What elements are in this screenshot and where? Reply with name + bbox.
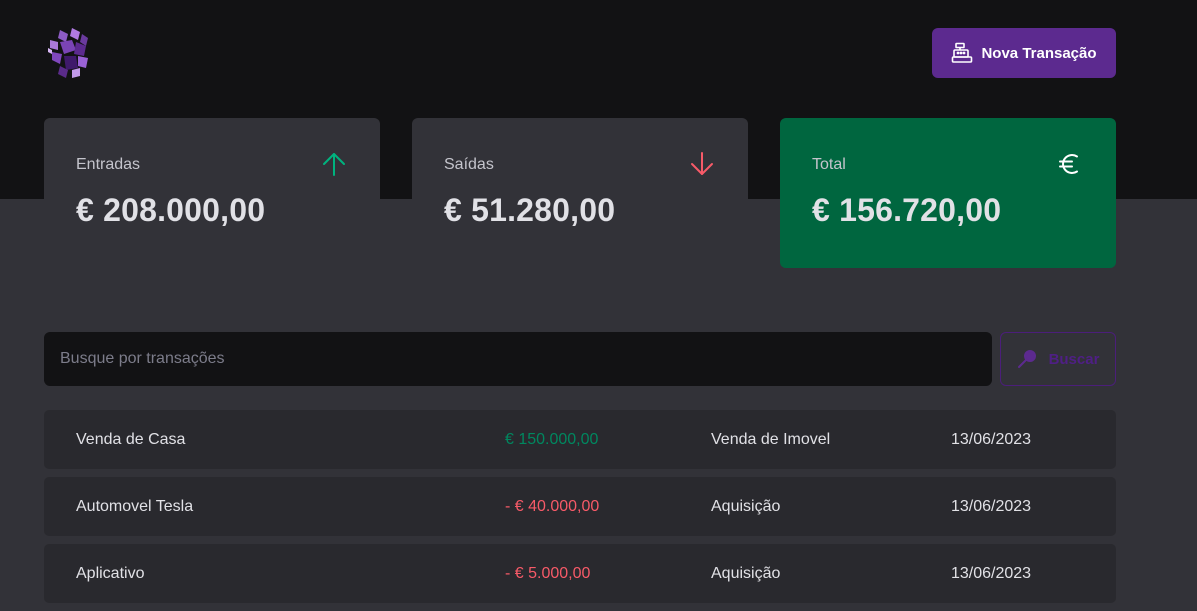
transaction-category: Venda de Imovel xyxy=(711,430,831,448)
transaction-category: Aquisição xyxy=(711,497,781,515)
transaction-price: - € 40.000,00 xyxy=(505,497,600,515)
summary-income-value: € 208.000,00 xyxy=(76,192,266,228)
magnifier-icon xyxy=(1017,349,1037,369)
ignite-logo-icon[interactable] xyxy=(46,28,94,80)
table-row[interactable]: Aplicativo - € 5.000,00 Aquisição 13/06/… xyxy=(44,544,1116,603)
summary-card-outcome: Saídas € 51.280,00 xyxy=(412,118,748,268)
cash-register-icon xyxy=(951,42,973,64)
transaction-date: 13/06/2023 xyxy=(951,497,1032,515)
search-input[interactable] xyxy=(44,332,992,386)
new-transaction-button[interactable]: Nova Transação xyxy=(932,28,1116,78)
table-row[interactable]: Automovel Tesla - € 40.000,00 Aquisição … xyxy=(44,477,1116,536)
summary-outcome-label: Saídas xyxy=(444,156,494,173)
search-button[interactable]: Buscar xyxy=(1000,332,1116,386)
transaction-date: 13/06/2023 xyxy=(951,564,1032,582)
summary-total-value: € 156.720,00 xyxy=(812,192,1002,228)
transaction-description: Aplicativo xyxy=(76,564,145,582)
summary-card-total: Total € 156.720,00 xyxy=(780,118,1116,268)
arrow-down-icon xyxy=(688,150,716,178)
transaction-category: Aquisição xyxy=(711,564,781,582)
summary-income-label: Entradas xyxy=(76,156,141,173)
euro-icon xyxy=(1056,150,1084,178)
transaction-price: - € 5.000,00 xyxy=(505,564,591,582)
table-row[interactable]: Venda de Casa € 150.000,00 Venda de Imov… xyxy=(44,410,1116,469)
transaction-description: Automovel Tesla xyxy=(76,497,194,515)
transaction-description: Venda de Casa xyxy=(76,430,186,448)
transaction-date: 13/06/2023 xyxy=(951,430,1032,448)
summary-total-label: Total xyxy=(812,156,846,173)
summary-outcome-value: € 51.280,00 xyxy=(444,192,616,228)
new-transaction-label: Nova Transação xyxy=(981,44,1097,62)
search-button-label: Buscar xyxy=(1048,350,1100,368)
summary-card-income: Entradas € 208.000,00 xyxy=(44,118,380,268)
summary-cards: Entradas € 208.000,00 Saídas € 51.280,00… xyxy=(44,118,1116,268)
transaction-price: € 150.000,00 xyxy=(505,430,599,448)
transactions-table: Venda de Casa € 150.000,00 Venda de Imov… xyxy=(44,410,1116,611)
arrow-up-icon xyxy=(320,150,348,178)
